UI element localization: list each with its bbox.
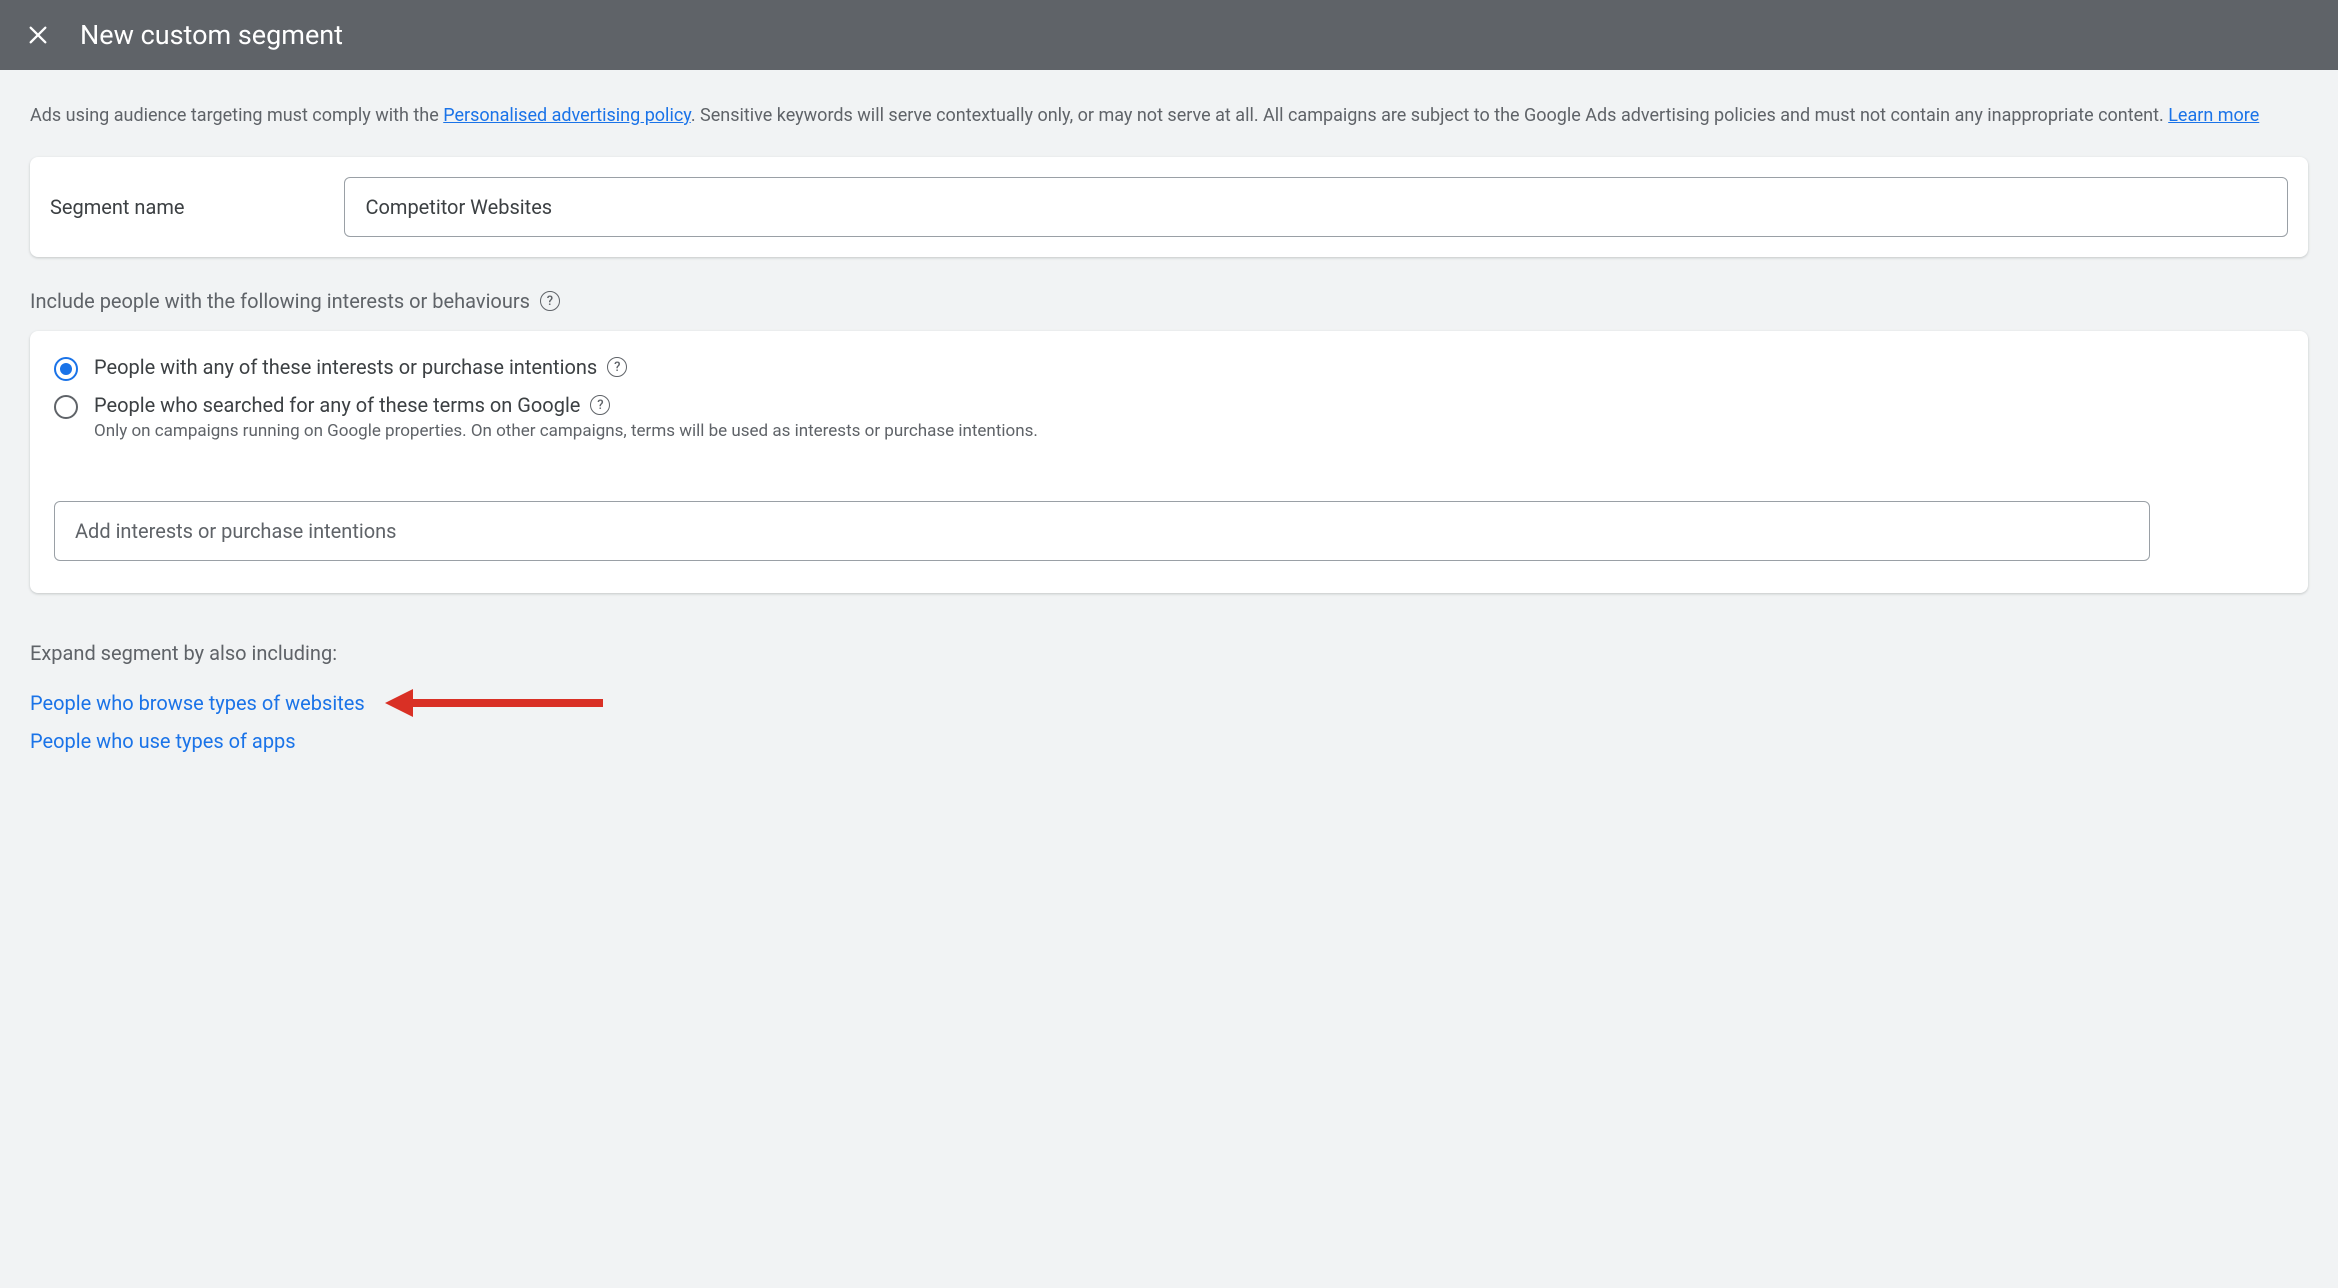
include-section-label: Include people with the following intere…: [30, 289, 2308, 313]
close-icon[interactable]: [20, 17, 56, 53]
radio-content: People who searched for any of these ter…: [94, 393, 2284, 441]
policy-notice: Ads using audience targeting must comply…: [30, 102, 2308, 129]
dialog-content: Ads using audience targeting must comply…: [0, 70, 2338, 797]
include-label-text: Include people with the following intere…: [30, 289, 530, 313]
segment-name-input[interactable]: [344, 177, 2288, 237]
radio-label-interests: People with any of these interests or pu…: [94, 355, 597, 379]
radio-option-searched[interactable]: People who searched for any of these ter…: [54, 393, 2284, 441]
radio-sublabel-searched: Only on campaigns running on Google prop…: [94, 421, 2284, 441]
expand-link-apps[interactable]: People who use types of apps: [30, 729, 296, 753]
radio-content: People with any of these interests or pu…: [94, 355, 2284, 379]
personalised-advertising-policy-link[interactable]: Personalised advertising policy: [443, 105, 691, 126]
help-icon[interactable]: ?: [607, 357, 627, 377]
learn-more-link[interactable]: Learn more: [2168, 105, 2259, 126]
help-icon[interactable]: ?: [540, 291, 560, 311]
radio-label-searched: People who searched for any of these ter…: [94, 393, 580, 417]
radio-option-interests[interactable]: People with any of these interests or pu…: [54, 355, 2284, 381]
policy-text-middle: . Sensitive keywords will serve contextu…: [691, 105, 2168, 126]
expand-link-websites[interactable]: People who browse types of websites: [30, 691, 365, 715]
segment-name-label: Segment name: [50, 195, 184, 219]
segment-name-card: Segment name: [30, 157, 2308, 257]
dialog-header: New custom segment: [0, 0, 2338, 70]
radio-button-selected-icon: [54, 357, 78, 381]
help-icon[interactable]: ?: [590, 395, 610, 415]
interests-input[interactable]: [54, 501, 2150, 561]
policy-text-prefix: Ads using audience targeting must comply…: [30, 105, 443, 126]
dialog-title: New custom segment: [80, 19, 343, 51]
expand-section-label: Expand segment by also including:: [30, 641, 2308, 665]
options-card: People with any of these interests or pu…: [30, 331, 2308, 593]
arrow-annotation-icon: [385, 689, 603, 717]
expand-link-row-websites: People who browse types of websites: [30, 689, 2308, 717]
radio-button-unselected-icon: [54, 395, 78, 419]
expand-link-row-apps: People who use types of apps: [30, 729, 2308, 753]
